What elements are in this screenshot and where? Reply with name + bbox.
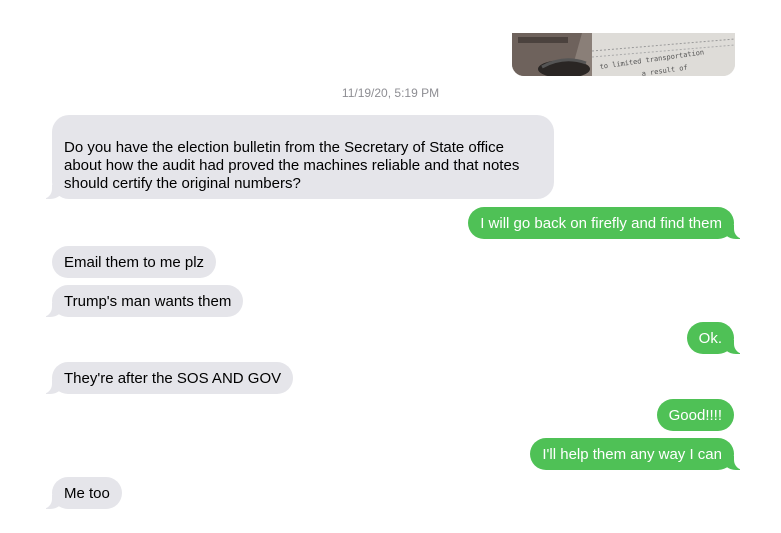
message-thread: to limited transportation a result of 11… (0, 0, 781, 533)
message-bubble-incoming[interactable]: Do you have the election bulletin from t… (42, 115, 554, 199)
photo-attachment[interactable]: to limited transportation a result of (512, 33, 735, 76)
message-timestamp: 11/19/20, 5:19 PM (341, 86, 440, 100)
message-text: They're after the SOS AND GOV (64, 370, 282, 387)
message-bubble-outgoing[interactable]: Good!!!! (656, 399, 734, 431)
message-bubble-outgoing[interactable]: Ok. (686, 322, 745, 354)
message-bubble-outgoing[interactable]: I will go back on firefly and find them (468, 207, 744, 239)
message-bubble-incoming[interactable]: Trump's man wants them (41, 285, 244, 317)
message-text: I'll help them any way I can (542, 446, 722, 463)
message-text: Good!!!! (668, 407, 722, 424)
message-text: Do you have the election bulletin from t… (64, 139, 520, 192)
message-text: I will go back on firefly and find them (480, 215, 722, 232)
message-bubble-incoming[interactable]: Email them to me plz (52, 246, 217, 278)
message-text: Ok. (698, 330, 722, 347)
message-text: Me too (64, 485, 110, 502)
photo-thumbnail-image: to limited transportation a result of (512, 33, 735, 76)
message-bubble-outgoing[interactable]: I'll help them any way I can (530, 438, 744, 470)
message-text: Email them to me plz (64, 254, 205, 271)
message-text: Trump's man wants them (64, 293, 232, 310)
message-bubble-incoming[interactable]: Me too (42, 477, 122, 509)
message-bubble-incoming[interactable]: They're after the SOS AND GOV (41, 362, 294, 394)
